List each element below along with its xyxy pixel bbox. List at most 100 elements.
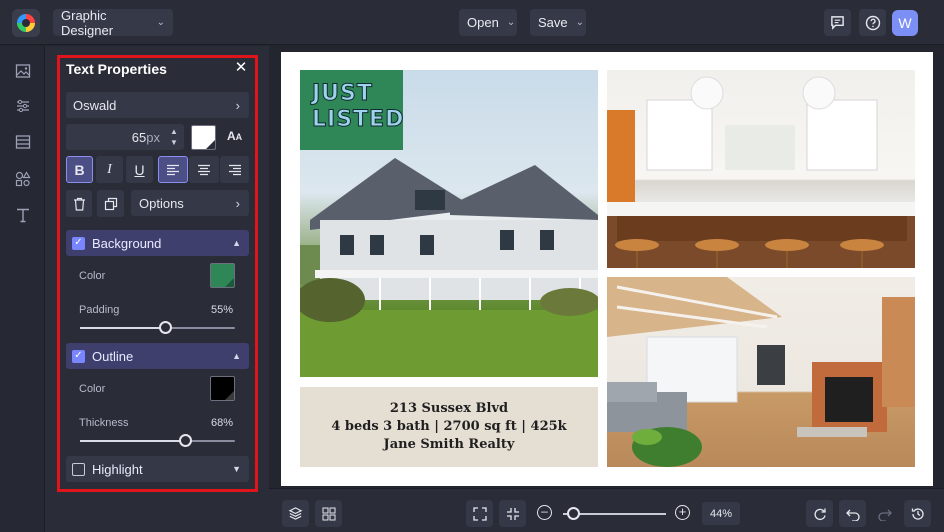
comment-button[interactable]: [824, 9, 851, 36]
outline-label: Outline: [92, 348, 134, 364]
tool-rail: [0, 46, 45, 532]
thickness-slider-fill: [80, 440, 186, 442]
underline-button[interactable]: U: [126, 156, 153, 183]
align-right-icon: [228, 164, 241, 175]
outline-color-label: Color: [79, 383, 106, 395]
fit-screen-button[interactable]: [466, 500, 493, 527]
layers-icon: [288, 507, 303, 520]
adjust-icon[interactable]: [14, 97, 32, 115]
chevron-down-icon: ▼: [232, 464, 241, 474]
text-color-swatch[interactable]: [191, 125, 216, 150]
highlight-section-toggle[interactable]: Highlight ▼: [66, 456, 249, 482]
align-center-button[interactable]: [189, 156, 219, 183]
listing-text-block[interactable]: 213 Sussex Blvd 4 beds 3 bath | 2700 sq …: [300, 387, 598, 467]
layers-button[interactable]: [282, 500, 309, 527]
thickness-slider[interactable]: [80, 434, 235, 447]
align-right-button[interactable]: [220, 156, 249, 183]
living-room-photo[interactable]: [607, 277, 915, 467]
padding-slider-fill: [80, 327, 166, 329]
background-color-swatch[interactable]: [210, 263, 235, 288]
background-color-label: Color: [79, 270, 106, 282]
padding-slider[interactable]: [80, 321, 235, 334]
shapes-icon[interactable]: [14, 170, 32, 188]
chevron-up-icon: ▲: [232, 238, 241, 248]
duplicate-icon: [104, 197, 117, 210]
help-icon: [865, 15, 880, 30]
chevron-right-icon: ›: [235, 195, 240, 211]
chevron-up-icon: ▲: [232, 351, 241, 361]
highlight-label: Highlight: [92, 461, 143, 477]
outline-color-swatch[interactable]: [210, 376, 235, 401]
listing-address: 213 Sussex Blvd: [389, 401, 509, 416]
trash-icon: [73, 197, 85, 211]
font-family-select[interactable]: Oswald ›: [66, 92, 249, 118]
kitchen-photo[interactable]: [607, 70, 915, 268]
outline-checkbox[interactable]: ✓: [72, 349, 85, 363]
save-button[interactable]: Save ⌄: [530, 9, 586, 36]
living-room-illustration: [607, 277, 915, 467]
help-button[interactable]: [859, 9, 886, 36]
italic-label: I: [107, 161, 112, 177]
highlight-checkbox[interactable]: [72, 462, 85, 476]
chevron-down-icon: ⌄: [575, 17, 585, 28]
comment-icon: [831, 16, 844, 30]
font-size-input[interactable]: 65 px: [66, 124, 184, 150]
align-left-button[interactable]: [158, 156, 188, 183]
redo-button[interactable]: [871, 500, 898, 527]
undo-icon: [845, 509, 860, 521]
font-family-value: Oswald: [73, 97, 117, 113]
font-size-stepper[interactable]: ▲ ▼: [169, 126, 179, 148]
bold-label: B: [74, 161, 85, 178]
save-label: Save: [538, 15, 568, 30]
underline-label: U: [134, 161, 145, 178]
align-left-icon: [167, 164, 179, 175]
zoom-unit: %: [722, 507, 733, 520]
reset-button[interactable]: [806, 500, 833, 527]
grid-button[interactable]: [315, 500, 342, 527]
bold-button[interactable]: B: [66, 156, 93, 183]
image-icon[interactable]: [14, 62, 32, 80]
badge-line-1: JUST: [311, 81, 373, 107]
open-button[interactable]: Open ⌄: [459, 9, 517, 36]
app-logo[interactable]: [12, 9, 40, 37]
chevron-down-icon: ⌄: [156, 17, 165, 28]
text-case-icon[interactable]: AA: [227, 129, 245, 145]
delete-button[interactable]: [66, 190, 92, 217]
italic-button[interactable]: I: [96, 156, 123, 183]
just-listed-badge[interactable]: JUST LISTED: [300, 70, 404, 150]
options-button[interactable]: Options ›: [131, 190, 249, 216]
history-button[interactable]: [904, 500, 931, 527]
stepper-down-icon[interactable]: ▼: [169, 137, 179, 148]
app-switcher-button[interactable]: Graphic Designer ⌄: [53, 7, 173, 38]
stepper-up-icon[interactable]: ▲: [169, 126, 179, 137]
background-checkbox[interactable]: ✓: [72, 236, 85, 250]
zoom-level[interactable]: 44%: [702, 502, 740, 525]
open-label: Open: [467, 15, 499, 30]
zoom-out-icon[interactable]: –: [537, 505, 552, 520]
background-section-toggle[interactable]: ✓ Background ▲: [66, 230, 249, 256]
zoom-in-icon[interactable]: +: [675, 505, 690, 520]
panel-title: Text Properties: [66, 61, 167, 77]
duplicate-button[interactable]: [97, 190, 124, 217]
user-avatar[interactable]: W: [892, 10, 918, 36]
thickness-value: 68%: [210, 417, 233, 429]
listing-details: 4 beds 3 bath | 2700 sq ft | 425k: [331, 419, 567, 434]
align-center-icon: [198, 164, 210, 175]
background-label: Background: [92, 235, 162, 251]
outline-section-toggle[interactable]: ✓ Outline ▲: [66, 343, 249, 369]
refresh-icon: [813, 508, 826, 520]
zoom-slider[interactable]: [563, 507, 666, 520]
redo-icon: [877, 509, 892, 521]
undo-button[interactable]: [839, 500, 866, 527]
app-name: Graphic Designer: [61, 7, 114, 38]
listing-agent: Jane Smith Realty: [383, 437, 515, 452]
grid-icon: [322, 507, 335, 520]
history-icon: [911, 507, 924, 520]
close-icon[interactable]: ✕: [233, 60, 249, 76]
shrink-button[interactable]: [499, 500, 526, 527]
shrink-icon: [506, 507, 519, 520]
chevron-down-icon: ⌄: [506, 17, 516, 28]
layout-icon[interactable]: [14, 133, 32, 151]
text-icon[interactable]: [14, 206, 32, 224]
chevron-right-icon: ›: [235, 97, 240, 113]
